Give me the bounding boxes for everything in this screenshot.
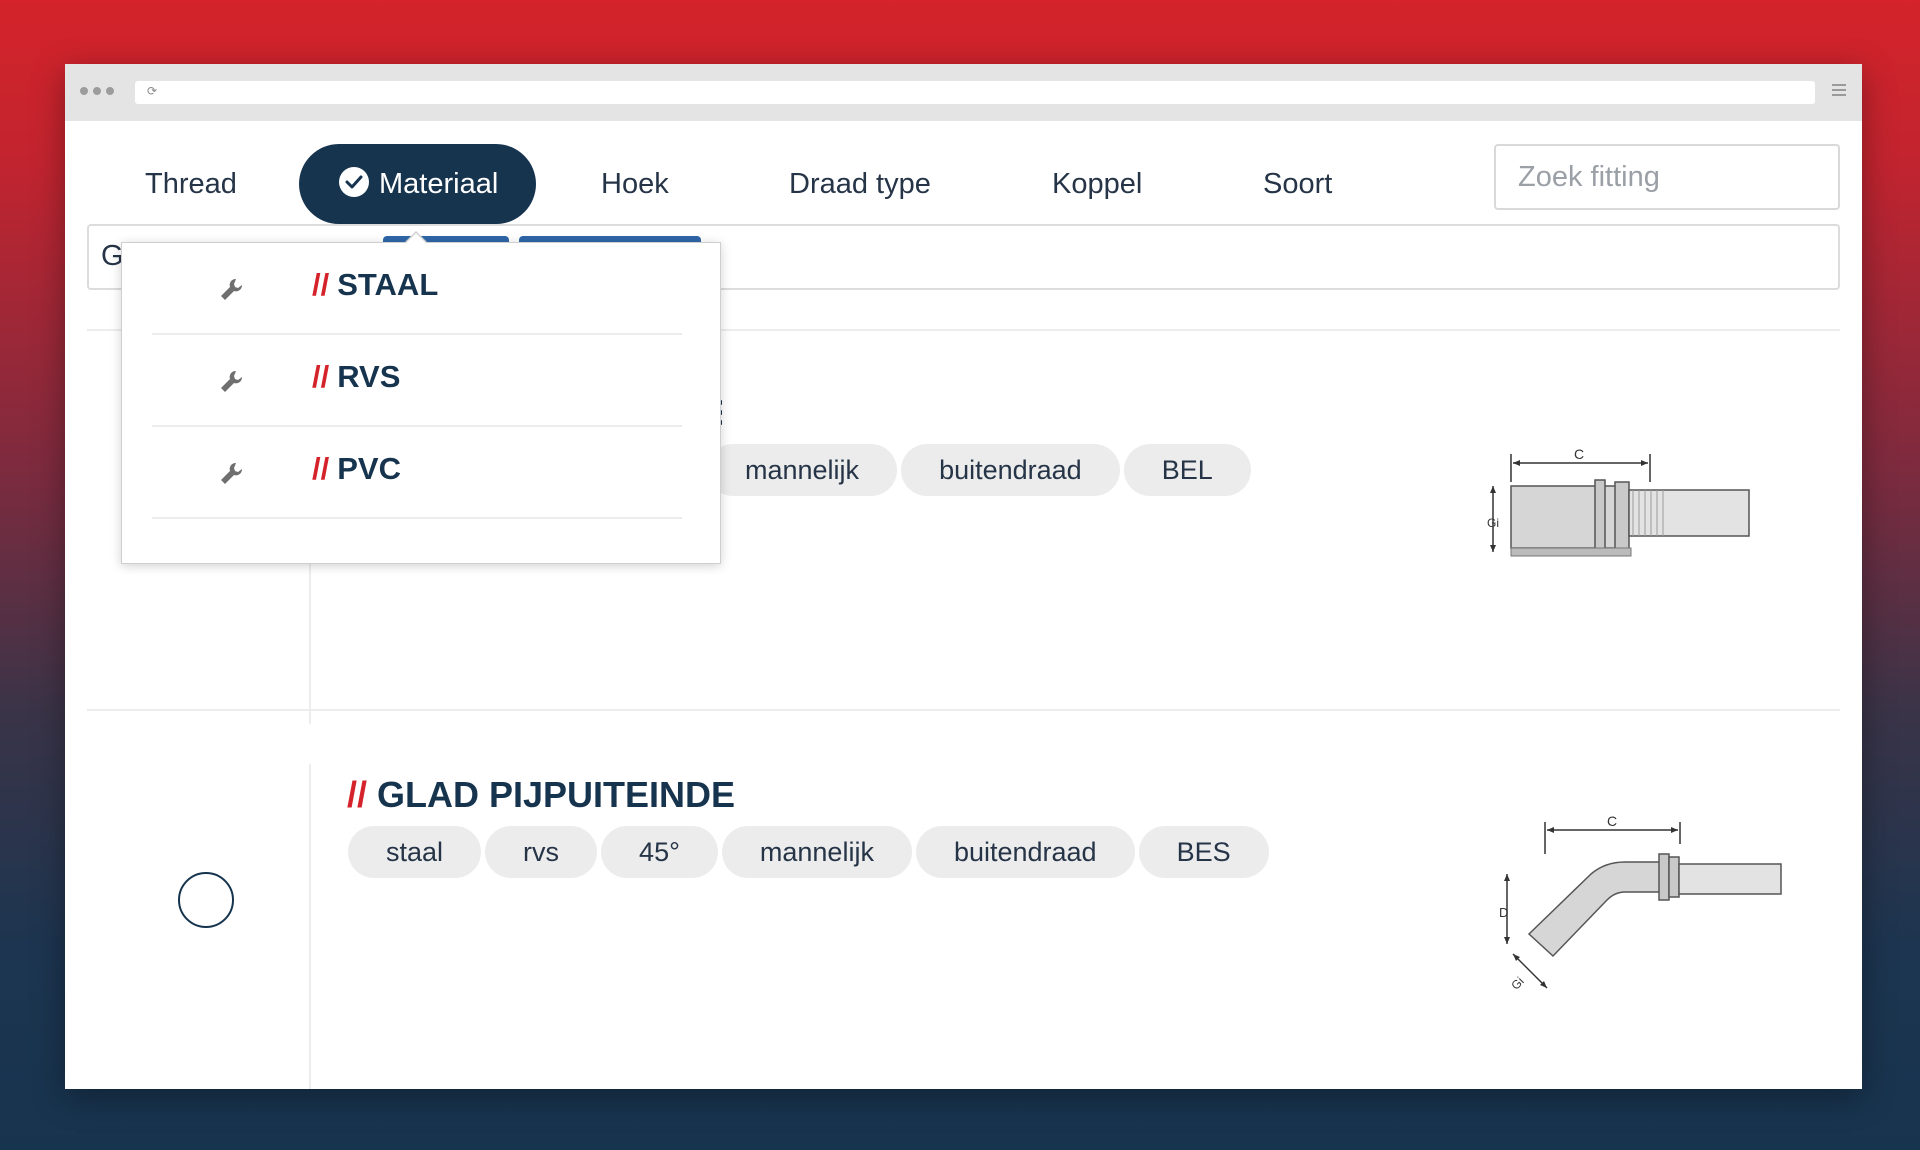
dropdown-item-staal[interactable]: //STAAL xyxy=(152,243,682,335)
tab-koppel[interactable]: Koppel xyxy=(1052,144,1142,224)
tag[interactable]: 45° xyxy=(601,826,718,878)
wrench-icon xyxy=(218,276,246,309)
tab-draad-type[interactable]: Draad type xyxy=(789,144,931,224)
dimension-gi-label: Gi xyxy=(1508,974,1526,992)
tag[interactable]: mannelijk xyxy=(707,444,898,496)
product-2-tags: staal rvs 45° mannelijk buitendraad BES xyxy=(348,826,1269,878)
reload-icon[interactable]: ⟳ xyxy=(147,84,157,98)
dimension-gi-label: Gi xyxy=(1487,516,1499,530)
window-controls xyxy=(80,87,114,95)
tab-thread[interactable]: Thread xyxy=(145,144,237,224)
window-dot[interactable] xyxy=(93,87,101,95)
wrench-icon xyxy=(218,460,246,493)
browser-menu-icon[interactable] xyxy=(1832,84,1846,99)
fitting-drawing-45-degree: C D Gi xyxy=(1499,814,1782,993)
browser-toolbar: ⟳ xyxy=(65,64,1862,121)
materiaal-dropdown: //STAAL //RVS //PVC xyxy=(121,231,721,564)
browser-window: ⟳ Thread Materiaal Hoek Draad type Koppe… xyxy=(65,64,1862,1089)
tag[interactable]: buitendraad xyxy=(901,444,1120,496)
tag[interactable]: BES xyxy=(1138,826,1269,878)
dimension-d-label: D xyxy=(1499,905,1508,920)
product-1-tags: mannelijk buitendraad BEL xyxy=(707,444,1251,496)
wrench-icon xyxy=(218,368,246,401)
dimension-c-label: C xyxy=(1574,446,1584,462)
tag[interactable]: BEL xyxy=(1123,444,1251,496)
product-select-radio[interactable] xyxy=(178,872,234,928)
dimension-c-label: C xyxy=(1607,814,1617,829)
dropdown-item-pvc[interactable]: //PVC xyxy=(152,427,682,519)
window-dot[interactable] xyxy=(80,87,88,95)
dropdown-item-rvs[interactable]: //RVS xyxy=(152,335,682,427)
tag[interactable]: rvs xyxy=(485,826,598,878)
window-dot[interactable] xyxy=(106,87,114,95)
check-icon xyxy=(339,167,369,198)
tab-soort[interactable]: Soort xyxy=(1263,144,1332,224)
row-separator xyxy=(309,764,311,1089)
tab-materiaal[interactable]: Materiaal xyxy=(299,144,537,236)
search-input[interactable] xyxy=(1494,144,1840,210)
tag[interactable]: staal xyxy=(348,826,482,878)
address-bar[interactable]: ⟳ xyxy=(135,81,1815,104)
fitting-drawing-straight: C Gi xyxy=(1487,446,1750,557)
product-2-title[interactable]: //GLAD PIJPUITEINDE xyxy=(347,774,735,816)
tag[interactable]: mannelijk xyxy=(721,826,912,878)
divider xyxy=(87,709,1840,711)
tab-hoek[interactable]: Hoek xyxy=(601,144,669,224)
tag[interactable]: buitendraad xyxy=(915,826,1135,878)
